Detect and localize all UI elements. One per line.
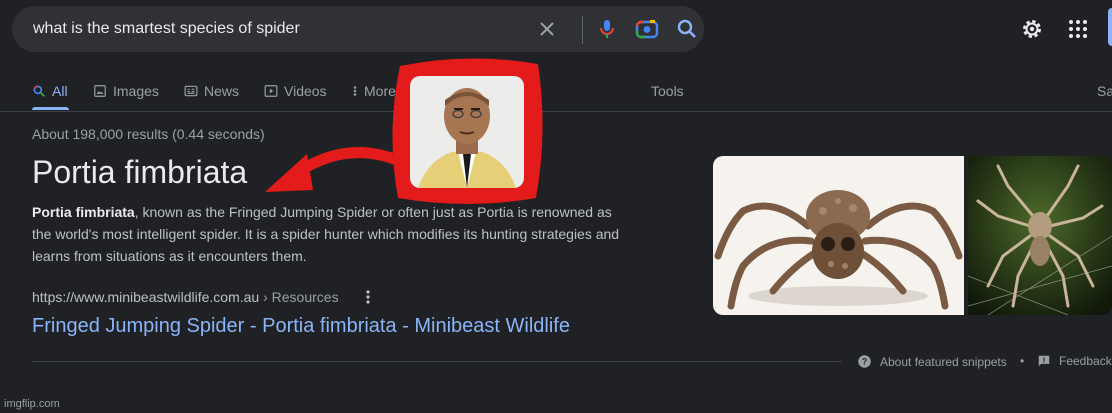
search-icon[interactable]	[675, 17, 699, 41]
meme-photo-overlay	[392, 58, 543, 204]
help-icon: ?	[858, 355, 871, 368]
result-url: https://www.minibeastwildlife.com.au	[32, 289, 260, 305]
tab-label: News	[204, 83, 240, 99]
footer-separator: •	[1020, 354, 1025, 368]
snippet-title: Portia fimbriata	[32, 154, 248, 190]
tab-all[interactable]: All	[32, 81, 68, 101]
tab-news[interactable]: News	[184, 81, 239, 101]
svg-text:?: ?	[862, 357, 867, 367]
tab-label: Images	[113, 83, 159, 99]
microphone-icon[interactable]	[595, 17, 619, 41]
feedback-label: Feedback	[1059, 354, 1112, 368]
tools-label: Tools	[651, 83, 684, 99]
more-vert-icon[interactable]	[362, 288, 374, 306]
close-icon[interactable]	[535, 17, 559, 41]
about-snippets-label: About featured snippets	[880, 354, 1007, 369]
snippet-bold: Portia fimbriata	[32, 204, 135, 220]
result-source[interactable]: https://www.minibeastwildlife.com.au › R…	[32, 289, 339, 305]
tab-videos[interactable]: Videos	[264, 81, 327, 101]
tab-label: Videos	[284, 83, 327, 99]
image-icon	[94, 85, 106, 97]
breadcrumb: › Resources	[263, 289, 339, 305]
safesearch-button[interactable]: Sa	[1097, 81, 1112, 101]
tab-label: All	[52, 83, 68, 99]
tabs-divider	[0, 111, 1112, 112]
tab-images[interactable]: Images	[93, 81, 159, 101]
sign-in-button[interactable]	[1108, 8, 1112, 46]
camera-lens-icon[interactable]	[634, 17, 660, 41]
play-icon	[264, 85, 278, 97]
search-bar[interactable]: what is the smartest species of spider	[12, 6, 704, 52]
more-vert-icon	[353, 86, 357, 96]
result-stats: About 198,000 results (0.44 seconds)	[32, 126, 265, 142]
watermark: imgflip.com	[4, 398, 60, 410]
search-input[interactable]: what is the smartest species of spider	[33, 20, 300, 38]
snippet-divider	[32, 361, 842, 362]
result-title-link[interactable]: Fringed Jumping Spider - Portia fimbriat…	[32, 314, 570, 338]
spider-image-2[interactable]	[968, 156, 1112, 315]
apps-grid-icon[interactable]	[1066, 17, 1090, 41]
safesearch-label: Sa	[1097, 83, 1112, 99]
tools-button[interactable]: Tools	[651, 81, 684, 101]
search-divider	[582, 16, 583, 44]
search-icon	[33, 85, 45, 97]
feedback-icon	[1038, 355, 1050, 367]
spider-image-1[interactable]	[713, 156, 964, 315]
snippet-text: Portia fimbriata, known as the Fringed J…	[32, 201, 622, 267]
active-tab-indicator	[32, 107, 69, 110]
gear-icon[interactable]	[1020, 17, 1044, 41]
about-snippets-link[interactable]: ? About featured snippets	[857, 354, 1007, 369]
news-icon	[184, 85, 198, 97]
feedback-link[interactable]: Feedback	[1037, 354, 1112, 368]
red-arrow-icon	[265, 147, 403, 192]
